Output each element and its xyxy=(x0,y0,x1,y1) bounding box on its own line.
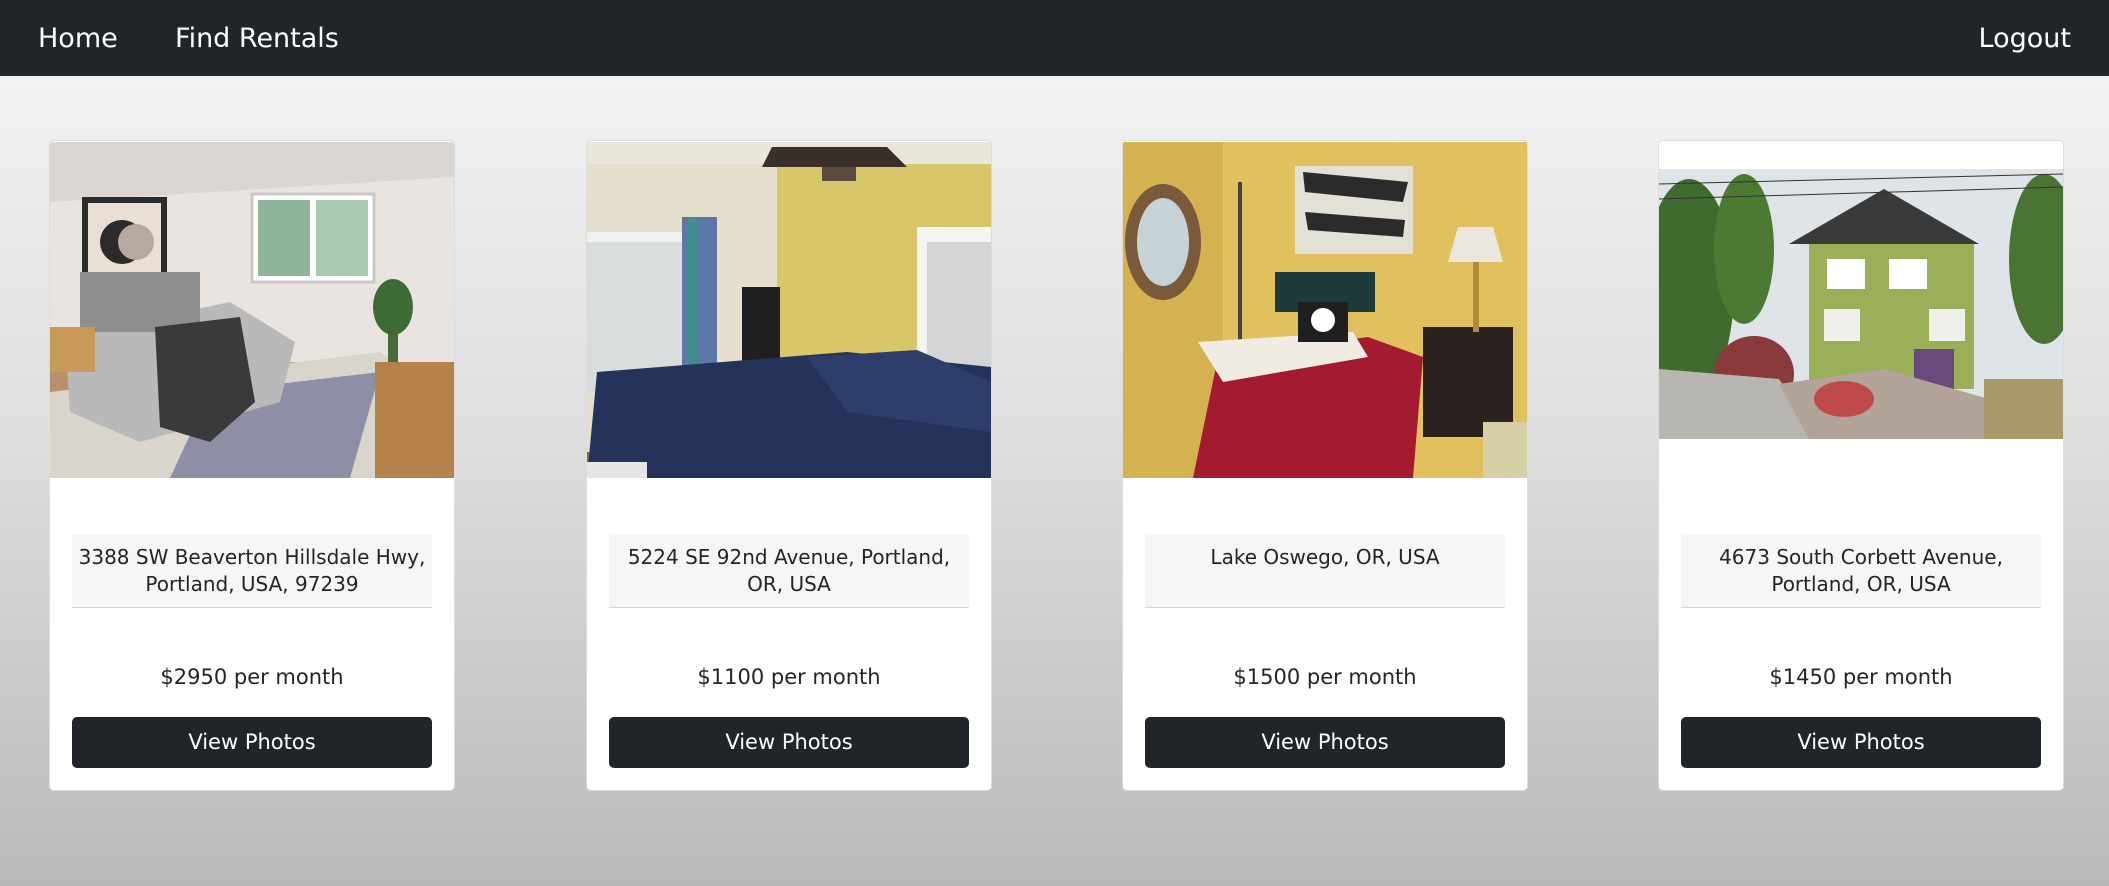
view-photos-button[interactable]: View Photos xyxy=(1145,717,1505,768)
rental-card: Lake Oswego, OR, USA $1500 per month Vie… xyxy=(1122,140,1528,791)
bedroom-photo-image xyxy=(1123,142,1527,478)
house-photo-image xyxy=(1659,169,2063,439)
rental-card: 4673 South Corbett Avenue, Portland, OR,… xyxy=(1658,140,2064,791)
bedroom-photo-image xyxy=(50,142,454,478)
rental-address: Lake Oswego, OR, USA xyxy=(1145,534,1505,608)
rental-price: $1100 per month xyxy=(697,665,881,689)
nav-logout-link[interactable]: Logout xyxy=(1979,0,2071,76)
nav-home-link[interactable]: Home xyxy=(38,0,118,76)
view-photos-button[interactable]: View Photos xyxy=(72,717,432,768)
view-photos-button[interactable]: View Photos xyxy=(1681,717,2041,768)
rental-photo-house[interactable] xyxy=(1659,169,2063,439)
rental-price: $1450 per month xyxy=(1769,665,1953,689)
rental-photo-bedroom[interactable] xyxy=(50,142,454,478)
rental-photo-bedroom[interactable] xyxy=(587,142,991,478)
bedroom-photo-image xyxy=(587,142,991,478)
view-photos-button[interactable]: View Photos xyxy=(609,717,969,768)
rental-photo-bedroom[interactable] xyxy=(1123,142,1527,478)
rental-address: 5224 SE 92nd Avenue, Portland, OR, USA xyxy=(609,534,969,608)
rental-card: 3388 SW Beaverton Hillsdale Hwy, Portlan… xyxy=(49,140,455,791)
rental-price: $2950 per month xyxy=(160,665,344,689)
nav-find-rentals-link[interactable]: Find Rentals xyxy=(175,0,339,76)
rental-address: 3388 SW Beaverton Hillsdale Hwy, Portlan… xyxy=(72,534,432,608)
rental-price: $1500 per month xyxy=(1233,665,1417,689)
rental-card: 5224 SE 92nd Avenue, Portland, OR, USA $… xyxy=(586,140,992,791)
rental-address: 4673 South Corbett Avenue, Portland, OR,… xyxy=(1681,534,2041,608)
navbar: Home Find Rentals Logout xyxy=(0,0,2109,76)
